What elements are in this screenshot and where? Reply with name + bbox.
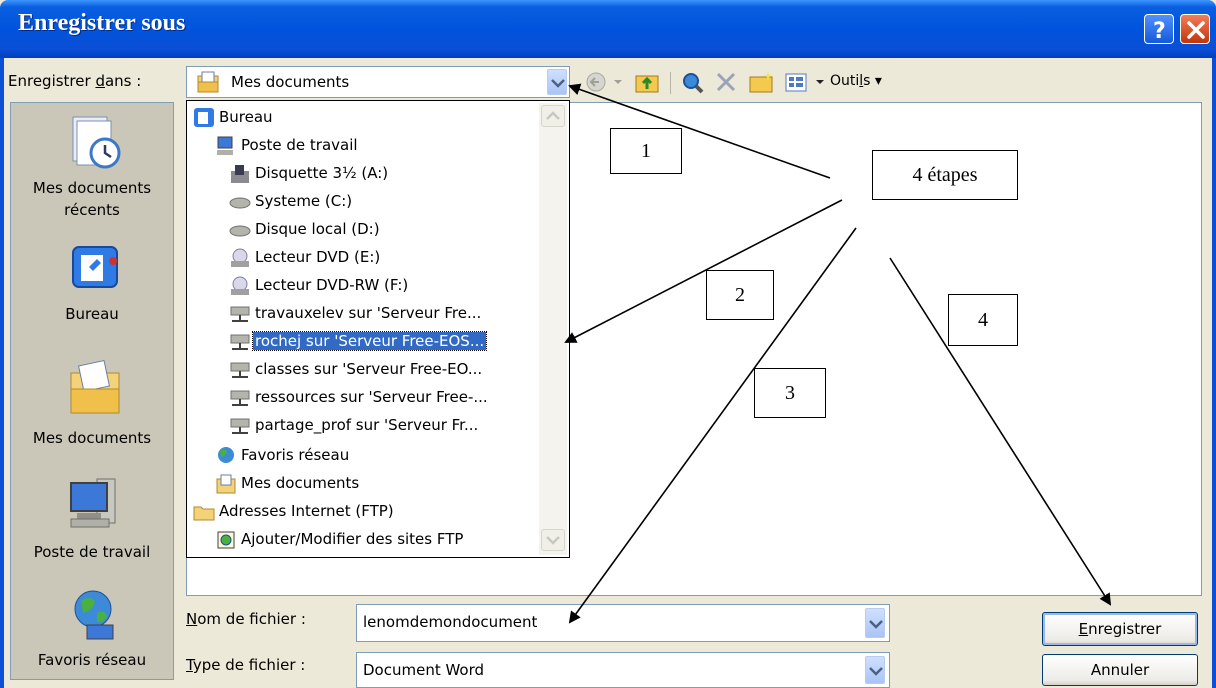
chevron-down-icon bbox=[869, 620, 883, 629]
filename-label: Nom de fichier : bbox=[186, 610, 306, 628]
views-dropdown-icon[interactable] bbox=[814, 70, 826, 94]
annotation-step-4: 4 bbox=[948, 294, 1018, 346]
toolbar-separator bbox=[670, 72, 671, 94]
views-icon[interactable] bbox=[784, 70, 810, 94]
scroll-up-button[interactable] bbox=[541, 105, 565, 127]
network-drive-icon bbox=[230, 362, 250, 378]
place-label: récents bbox=[64, 201, 120, 219]
desktop-icon bbox=[194, 108, 214, 127]
title-bar: Enregistrer sous ? bbox=[0, 0, 1216, 58]
chevron-down-icon bbox=[869, 667, 883, 676]
dropdown-scrollbar[interactable] bbox=[539, 103, 567, 555]
network-places-icon bbox=[74, 590, 114, 640]
chevron-down-icon bbox=[546, 536, 560, 545]
save-in-combo[interactable]: Mes documents bbox=[186, 66, 570, 98]
window-title: Enregistrer sous bbox=[18, 10, 186, 36]
folder-icon bbox=[193, 506, 215, 521]
filetype-dropdown-button[interactable] bbox=[865, 656, 885, 684]
tools-dropdown-icon: ▾ bbox=[874, 73, 882, 89]
annotation-step-3: 3 bbox=[754, 368, 826, 418]
place-recent-documents[interactable]: Mes documents récents bbox=[11, 103, 173, 229]
filetype-value: Document Word bbox=[363, 661, 485, 679]
place-label: Poste de travail bbox=[33, 543, 151, 561]
annotation-step-2: 2 bbox=[706, 270, 774, 320]
ftp-site-icon bbox=[217, 531, 235, 549]
annotation-step-1: 1 bbox=[610, 128, 682, 174]
help-icon: ? bbox=[1153, 19, 1166, 44]
hard-drive-icon bbox=[229, 225, 251, 237]
delete-icon[interactable] bbox=[714, 70, 740, 94]
svg-text:?: ? bbox=[1153, 19, 1166, 44]
dvd-drive-icon bbox=[231, 276, 249, 295]
help-button[interactable]: ? bbox=[1144, 14, 1174, 44]
search-web-icon[interactable] bbox=[680, 70, 708, 94]
place-label: Bureau bbox=[65, 305, 119, 323]
annotation-steps-title: 4 étapes bbox=[872, 150, 1018, 200]
my-computer-icon bbox=[217, 136, 233, 155]
place-my-documents[interactable]: Mes documents bbox=[11, 349, 173, 459]
desktop-icon bbox=[72, 246, 118, 288]
my-documents-icon bbox=[70, 359, 120, 414]
chevron-up-icon bbox=[546, 111, 560, 120]
recent-documents-icon bbox=[72, 116, 121, 169]
scroll-down-button[interactable] bbox=[541, 529, 565, 551]
network-drive-icon bbox=[230, 334, 250, 350]
my-computer-icon bbox=[70, 478, 116, 528]
filename-value: lenomdemondocument bbox=[363, 613, 538, 631]
network-drive-icon bbox=[230, 418, 250, 434]
save-in-dropdown-button[interactable] bbox=[547, 69, 567, 95]
place-my-computer[interactable]: Poste de travail bbox=[11, 463, 173, 563]
place-desktop[interactable]: Bureau bbox=[11, 231, 173, 331]
filename-input[interactable]: lenomdemondocument bbox=[356, 604, 890, 642]
network-places-icon bbox=[218, 447, 234, 463]
places-bar: Mes documents récents Bureau Mes documen… bbox=[10, 102, 174, 680]
new-folder-icon[interactable] bbox=[748, 70, 776, 94]
network-drive-icon bbox=[230, 390, 250, 406]
chevron-down-icon bbox=[551, 79, 565, 88]
toolbar: Outils ▾ bbox=[578, 66, 958, 98]
floppy-drive-icon bbox=[231, 165, 249, 183]
back-icon[interactable] bbox=[584, 70, 610, 94]
place-network[interactable]: Favoris réseau bbox=[11, 579, 173, 679]
up-folder-icon[interactable] bbox=[634, 70, 662, 94]
my-documents-icon bbox=[216, 474, 236, 494]
my-documents-small-icon bbox=[197, 71, 219, 93]
place-label: Favoris réseau bbox=[37, 651, 147, 669]
back-dropdown-icon[interactable] bbox=[612, 70, 624, 94]
dvd-drive-icon bbox=[231, 248, 249, 267]
filetype-select[interactable]: Document Word bbox=[356, 652, 890, 688]
tools-menu[interactable]: Outils ▾ bbox=[830, 73, 882, 89]
close-button[interactable] bbox=[1180, 14, 1210, 44]
place-label: Mes documents bbox=[32, 179, 152, 197]
save-in-label: Enregistrer dans : bbox=[8, 72, 142, 90]
close-icon bbox=[1187, 21, 1205, 39]
save-in-dropdown-list: Bureau Poste de travail Disquette 3½ (A:… bbox=[186, 100, 570, 558]
save-in-value: Mes documents bbox=[231, 73, 350, 91]
cancel-button[interactable]: Annuler bbox=[1042, 654, 1198, 686]
place-label: Mes documents bbox=[32, 429, 152, 447]
filename-dropdown-button[interactable] bbox=[865, 608, 885, 638]
filetype-label: Type de fichier : bbox=[186, 656, 306, 674]
network-drive-icon bbox=[230, 306, 250, 322]
hard-drive-icon bbox=[229, 197, 251, 209]
save-button[interactable]: Enregistrer bbox=[1042, 612, 1198, 646]
